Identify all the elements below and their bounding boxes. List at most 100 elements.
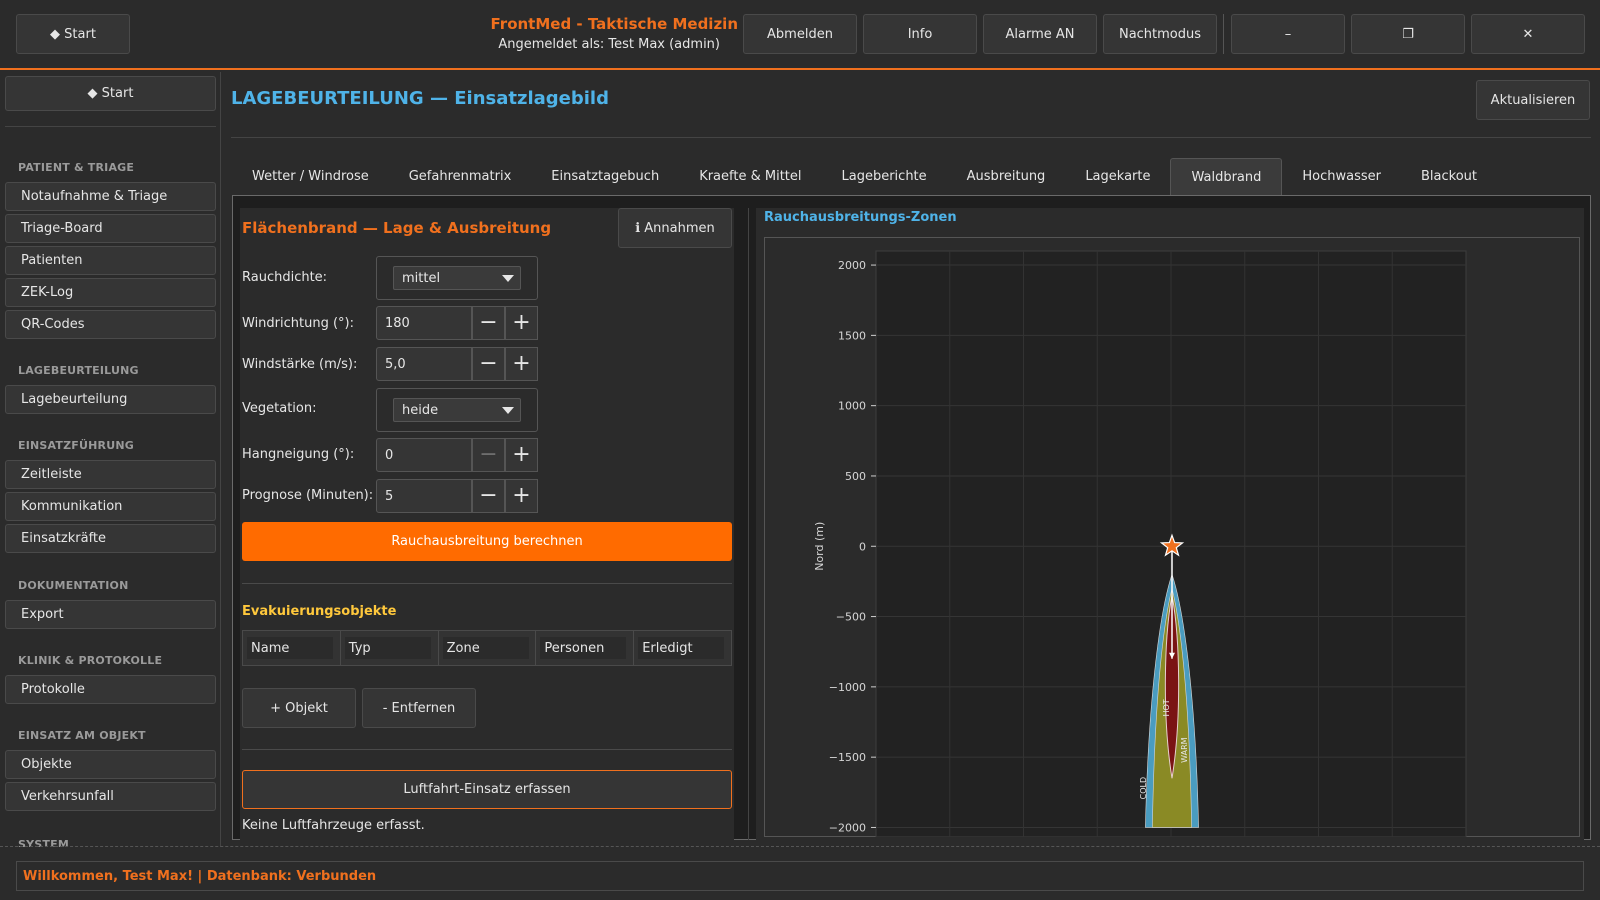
hangneigung-input[interactable]: 0 [376,438,472,472]
windstaerke-input[interactable]: 5,0 [376,347,472,381]
tab-kraefte-mittel[interactable]: Kraefte & Mittel [679,158,822,196]
sidebar-item-export[interactable]: Export [5,600,216,629]
sidebar-item-zeitleiste[interactable]: Zeitleiste [5,460,216,489]
chevron-down-icon [502,275,514,282]
chevron-down-icon [502,407,514,414]
sidebar-item-notaufnahme[interactable]: Notaufnahme & Triage [5,182,216,211]
start-button[interactable]: ◆ Start [16,14,130,54]
prognose-input[interactable]: 5 [376,479,472,513]
sidebar-item-zek-log[interactable]: ZEK-Log [5,278,216,307]
y-tick-label: −1000 [829,681,866,694]
tab-hochwasser[interactable]: Hochwasser [1282,158,1402,196]
aviation-status: Keine Luftfahrzeuge erfasst. [242,818,425,833]
vegetation-value: heide [402,402,439,418]
y-tick-label: 0 [859,540,866,553]
sidebar-item-protokolle[interactable]: Protokolle [5,675,216,704]
close-button[interactable]: ✕ [1471,14,1585,54]
column-header-erledigt[interactable]: Erledigt [634,631,731,665]
rauchdichte-value: mittel [402,270,441,286]
y-tick-label: 1500 [838,329,866,342]
minimize-button[interactable]: – [1231,14,1345,54]
sidebar-item-verkehrsunfall[interactable]: Verkehrsunfall [5,782,216,811]
sidebar: ◆ Start PATIENT & TRIAGE Notaufnahme & T… [0,72,219,847]
tab-lageberichte[interactable]: Lageberichte [821,158,947,196]
column-header-typ[interactable]: Typ [341,631,439,665]
app-title: FrontMed - Taktische Medizin [490,15,738,33]
column-header-label: Erledigt [638,637,725,659]
column-header-name[interactable]: Name [243,631,341,665]
hangneigung-increment-button[interactable]: + [505,438,538,472]
sidebar-item-kommunikation[interactable]: Kommunikation [5,492,216,521]
calculate-smoke-button[interactable]: Rauchausbreitung berechnen [242,522,732,561]
column-header-label: Name [247,637,333,659]
logout-button[interactable]: Abmelden [743,14,857,54]
prognose-decrement-button[interactable]: − [472,479,505,513]
sidebar-item-lagebeurteilung[interactable]: Lagebeurteilung [5,385,216,414]
bottom-divider [0,846,1600,847]
sidebar-section-title: LAGEBEURTEILUNG [18,364,139,377]
tab-einsatztagebuch[interactable]: Einsatztagebuch [531,158,680,196]
page-title: LAGEBEURTEILUNG — Einsatzlagebild [231,88,609,109]
prognose-increment-button[interactable]: + [505,479,538,513]
sidebar-item-triage-board[interactable]: Triage-Board [5,214,216,243]
add-object-button[interactable]: + Objekt [242,688,356,728]
status-bar: Willkommen, Test Max! | Datenbank: Verbu… [16,861,1584,891]
hangneigung-label: Hangneigung (°): [242,447,355,462]
sidebar-border [220,72,221,847]
windrichtung-decrement-button[interactable]: − [472,306,505,340]
header-divider [231,137,1591,138]
windstaerke-label: Windstärke (m/s): [242,357,358,372]
form-divider [242,583,732,584]
evacuation-title: Evakuierungsobjekte [242,604,397,619]
tab-lagekarte[interactable]: Lagekarte [1065,158,1171,196]
windrichtung-increment-button[interactable]: + [505,306,538,340]
windstaerke-decrement-button[interactable]: − [472,347,505,381]
column-header-label: Personen [540,637,627,659]
vegetation-select[interactable]: heide [393,398,521,422]
sidebar-section-title: PATIENT & TRIAGE [18,161,135,174]
sidebar-item-qr-codes[interactable]: QR-Codes [5,310,216,339]
vegetation-label: Vegetation: [242,401,317,416]
tab-blackout[interactable]: Blackout [1401,158,1498,196]
annahmen-button[interactable]: ℹ Annahmen [618,208,732,248]
remove-object-button[interactable]: - Entfernen [362,688,476,728]
rauchdichte-label: Rauchdichte: [242,270,328,285]
night-mode-button[interactable]: Nachtmodus [1103,14,1217,54]
alarms-button[interactable]: Alarme AN [983,14,1097,54]
column-header-label: Typ [344,637,431,659]
y-axis-label: Nord (m) [813,522,826,571]
sidebar-section-title: EINSATZ AM OBJEKT [18,729,146,742]
toolbar-divider [1223,14,1224,54]
tab-waldbrand[interactable]: Waldbrand [1170,158,1283,196]
info-button[interactable]: Info [863,14,977,54]
sidebar-start-button[interactable]: ◆ Start [5,76,216,111]
zone-label: WARM [1180,737,1189,763]
y-tick-label: 2000 [838,259,866,272]
column-header-personen[interactable]: Personen [536,631,635,665]
login-info: Angemeldet als: Test Max (admin) [498,37,720,52]
column-header-zone[interactable]: Zone [439,631,537,665]
sidebar-item-einsatzkraefte[interactable]: Einsatzkräfte [5,524,216,553]
windstaerke-increment-button[interactable]: + [505,347,538,381]
sidebar-item-patienten[interactable]: Patienten [5,246,216,275]
rauchdichte-select[interactable]: mittel [393,266,521,290]
aviation-entry-button[interactable]: Luftfahrt-Einsatz erfassen [242,770,732,809]
tab-wetter-windrose[interactable]: Wetter / Windrose [232,158,389,196]
evacuation-table: Name Typ Zone Personen Erledigt [242,630,732,666]
tab-gefahrenmatrix[interactable]: Gefahrenmatrix [388,158,532,196]
refresh-button[interactable]: Aktualisieren [1476,80,1590,120]
vegetation-frame: heide [376,388,538,432]
y-tick-label: −500 [836,611,866,624]
windrichtung-label: Windrichtung (°): [242,316,354,331]
sidebar-item-objekte[interactable]: Objekte [5,750,216,779]
sidebar-section-title: DOKUMENTATION [18,579,129,592]
zone-label: COLD [1139,777,1148,800]
y-tick-label: −1500 [829,751,866,764]
tab-bar: Wetter / Windrose Gefahrenmatrix Einsatz… [232,158,1498,196]
windrichtung-input[interactable]: 180 [376,306,472,340]
hangneigung-decrement-button[interactable]: − [472,438,505,472]
rauchdichte-frame: mittel [376,256,538,300]
maximize-button[interactable]: ❐ [1351,14,1465,54]
tab-ausbreitung[interactable]: Ausbreitung [946,158,1066,196]
panel-divider [748,208,749,840]
